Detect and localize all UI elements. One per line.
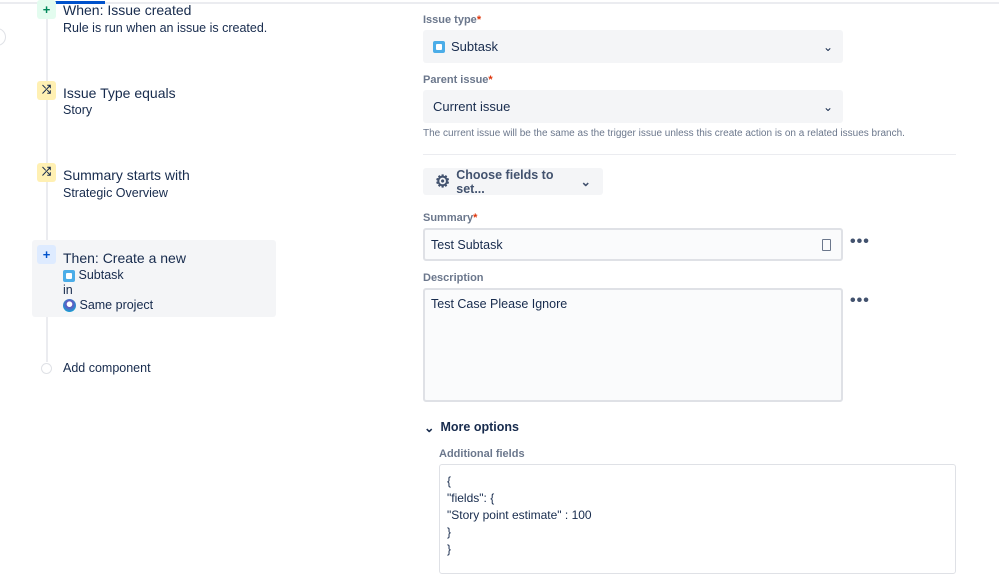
code-line: "fields": { xyxy=(447,491,495,505)
chevron-down-icon: ⌄ xyxy=(580,175,591,189)
code-line: "Story point estimate" : 100 xyxy=(447,508,592,522)
action-issue-type: Subtask xyxy=(78,268,124,282)
parent-issue-value: Current issue xyxy=(433,99,511,114)
description-value: Test Case Please Ignore xyxy=(431,297,568,311)
subtask-icon xyxy=(433,40,445,53)
more-options-toggle[interactable]: ⌄ More options xyxy=(424,420,519,435)
gear-icon: ⚙ xyxy=(435,171,451,191)
plus-icon: + xyxy=(37,245,56,264)
condition-value: Story xyxy=(63,103,93,117)
summary-value: Test Subtask xyxy=(431,237,503,252)
code-line: } xyxy=(447,525,452,539)
more-options-label: More options xyxy=(440,420,519,434)
required-marker: * xyxy=(473,212,478,224)
condition-title[interactable]: Issue Type equals xyxy=(63,85,176,101)
trigger-step[interactable]: + xyxy=(37,0,56,19)
shuffle-icon: ⤮ xyxy=(37,163,56,182)
choose-fields-label: Choose fields to set... xyxy=(456,167,554,196)
chevron-down-icon: ⌄ xyxy=(822,99,833,114)
add-circle-icon xyxy=(41,363,52,374)
project-avatar-icon xyxy=(63,299,76,313)
divider xyxy=(423,154,956,155)
code-line: { xyxy=(447,474,452,488)
action-project: Same project xyxy=(79,298,154,312)
description-input[interactable]: Test Case Please Ignore xyxy=(423,288,843,402)
parent-issue-label: Parent issue xyxy=(423,74,489,86)
action-title: Then: Create a new xyxy=(63,250,186,266)
description-label: Description xyxy=(423,272,484,284)
chevron-down-icon: ⌄ xyxy=(822,39,833,54)
subtask-icon xyxy=(63,269,75,282)
trigger-desc: Rule is run when an issue is created. xyxy=(63,21,268,35)
chevron-down-icon: ⌄ xyxy=(424,421,435,435)
parent-issue-help: The current issue will be the same as th… xyxy=(423,128,905,139)
summary-input[interactable]: Test Subtask xyxy=(423,228,843,261)
summary-more-button[interactable]: ••• xyxy=(850,233,870,251)
condition-value: Strategic Overview xyxy=(63,186,168,200)
condition-title[interactable]: Summary starts with xyxy=(63,167,190,183)
issue-type-value: Subtask xyxy=(451,39,498,54)
issue-type-select[interactable]: Subtask ⌄ xyxy=(423,30,843,63)
additional-fields-input[interactable]: { "fields": { "Story point estimate" : 1… xyxy=(439,464,956,574)
description-more-button[interactable]: ••• xyxy=(850,292,870,310)
collapse-handle[interactable] xyxy=(0,28,6,46)
code-line: } xyxy=(447,542,452,556)
required-marker: * xyxy=(476,14,482,26)
choose-fields-button[interactable]: ⚙ Choose fields to set... ⌄ xyxy=(423,167,603,196)
plus-icon: + xyxy=(37,0,56,19)
parent-issue-select[interactable]: Current issue ⌄ xyxy=(423,90,843,123)
summary-label: Summary xyxy=(423,212,474,224)
add-component-link[interactable]: Add component xyxy=(63,361,151,375)
additional-fields-label: Additional fields xyxy=(439,448,525,460)
required-marker: * xyxy=(488,74,493,86)
trigger-title[interactable]: When: Issue created xyxy=(63,2,191,18)
smart-value-icon[interactable] xyxy=(822,238,831,251)
shuffle-icon: ⤮ xyxy=(37,81,56,100)
action-in: in xyxy=(63,283,73,297)
issue-type-label: Issue type xyxy=(423,14,477,26)
